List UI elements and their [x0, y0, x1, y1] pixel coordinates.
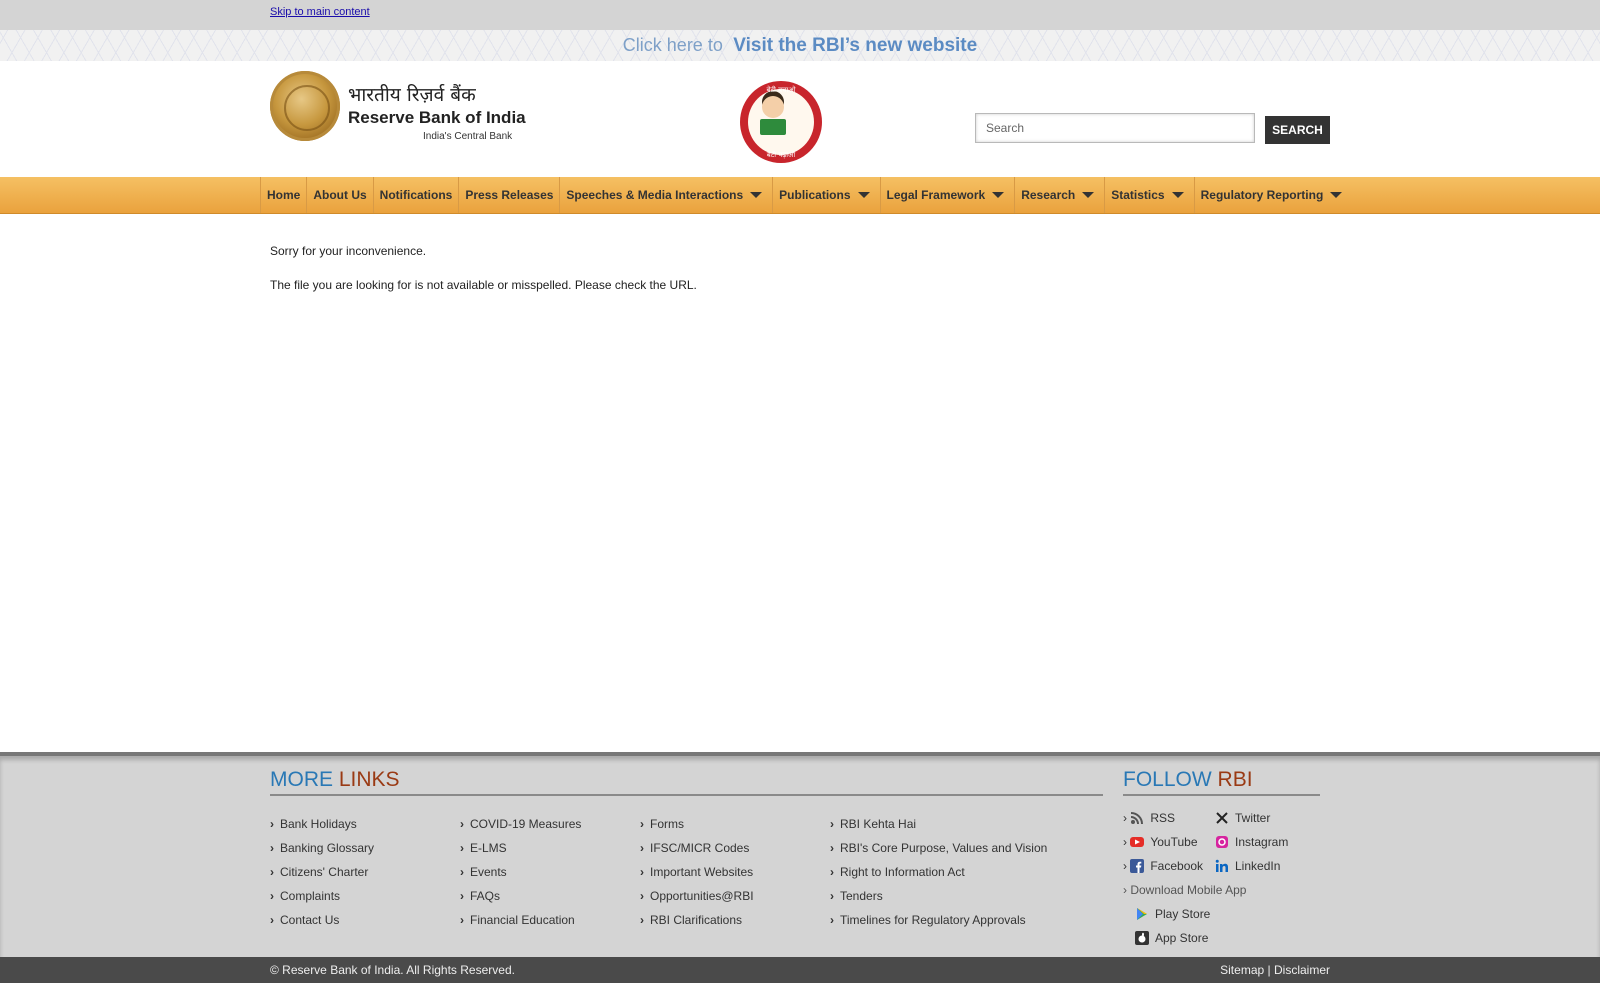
linkedin-icon: [1215, 859, 1228, 872]
chevron-down-icon[interactable]: [992, 192, 1005, 198]
nav-item-label: Regulatory Reporting: [1200, 188, 1324, 202]
apple-icon: [1135, 931, 1149, 945]
footer-link[interactable]: Important Websites: [640, 860, 754, 884]
facebook-icon: [1130, 859, 1145, 873]
copyright-text: © Reserve Bank of India. All Rights Rese…: [270, 963, 515, 977]
nav-item-label: About Us: [313, 188, 367, 202]
rbi-logo-seal[interactable]: [270, 71, 340, 141]
campaign-text-top: बेटी बचाओ: [766, 86, 796, 94]
girl-face-icon: [762, 96, 784, 118]
footer-link[interactable]: Contact Us: [270, 908, 374, 932]
nav-item-publications[interactable]: Publications: [772, 177, 879, 213]
top-utility-bar: Skip to main content: [0, 0, 1600, 30]
skip-to-main-link[interactable]: Skip to main content: [270, 6, 370, 18]
beti-bachao-campaign-logo[interactable]: बेटी बचाओ बेटी पढ़ाओ: [740, 81, 822, 163]
search-input[interactable]: [975, 113, 1255, 143]
more-links-divider: [270, 794, 1103, 796]
footer-link[interactable]: IFSC/MICR Codes: [640, 836, 754, 860]
new-website-banner[interactable]: Click here to Visit the RBI’s new websit…: [0, 30, 1600, 61]
footer: MORE LINKS FOLLOW RBI Bank HolidaysBanki…: [0, 752, 1600, 961]
download-mobile-app-label: › Download Mobile App: [1123, 883, 1247, 897]
bottom-links: Sitemap | Disclaimer: [1220, 963, 1330, 977]
nav-item-label: Statistics: [1111, 188, 1165, 202]
footer-link[interactable]: Opportunities@RBI: [640, 884, 754, 908]
linkedin-link[interactable]: LinkedIn: [1215, 859, 1280, 873]
follow-rbi-heading: FOLLOW RBI: [1123, 768, 1253, 791]
instagram-icon: [1216, 836, 1228, 848]
footer-link[interactable]: Timelines for Regulatory Approvals: [830, 908, 1047, 932]
youtube-link[interactable]: › YouTube: [1123, 835, 1198, 849]
links-column-3: FormsIFSC/MICR CodesImportant WebsitesOp…: [640, 812, 754, 932]
nav-item-regulatory-reporting[interactable]: Regulatory Reporting: [1193, 177, 1353, 213]
nav-item-notifications[interactable]: Notifications: [372, 177, 459, 213]
chevron-down-icon[interactable]: [1330, 192, 1343, 198]
nav-item-label: Notifications: [379, 188, 453, 202]
links-column-2: COVID-19 MeasuresE-LMSEventsFAQsFinancia…: [460, 812, 581, 932]
chevron-down-icon[interactable]: [1171, 192, 1184, 198]
facebook-link[interactable]: › Facebook: [1123, 859, 1203, 873]
footer-link[interactable]: E-LMS: [460, 836, 581, 860]
footer-link[interactable]: COVID-19 Measures: [460, 812, 581, 836]
nav-item-legal-framework[interactable]: Legal Framework: [879, 177, 1015, 213]
sitemap-link[interactable]: Sitemap: [1220, 963, 1264, 977]
nav-item-label: Publications: [779, 188, 851, 202]
footer-link[interactable]: Events: [460, 860, 581, 884]
chevron-down-icon[interactable]: [857, 192, 870, 198]
nav-item-about-us[interactable]: About Us: [306, 177, 372, 213]
banner-click-here[interactable]: Click here to: [623, 35, 723, 55]
footer-link[interactable]: Bank Holidays: [270, 812, 374, 836]
app-store-link[interactable]: App Store: [1135, 931, 1208, 945]
nav-item-research[interactable]: Research: [1014, 177, 1104, 213]
footer-link[interactable]: Financial Education: [460, 908, 581, 932]
footer-link[interactable]: RBI Kehta Hai: [830, 812, 1047, 836]
nav-item-press-releases[interactable]: Press Releases: [458, 177, 559, 213]
main-navigation: Home About Us Notifications Press Releases S…: [0, 177, 1600, 214]
nav-item-label: Speeches & Media Interactions: [566, 188, 744, 202]
chevron-down-icon[interactable]: [750, 192, 763, 198]
book-icon: [760, 119, 786, 135]
links-column-4: RBI Kehta HaiRBI's Core Purpose, Values …: [830, 812, 1047, 932]
nav-item-label: Home: [267, 188, 301, 202]
footer-link[interactable]: RBI's Core Purpose, Values and Vision: [830, 836, 1047, 860]
disclaimer-link[interactable]: Disclaimer: [1274, 963, 1330, 977]
rss-link[interactable]: › RSS: [1123, 811, 1175, 825]
chevron-down-icon[interactable]: [1082, 192, 1095, 198]
more-links-heading: MORE LINKS: [270, 768, 400, 791]
footer-link[interactable]: Right to Information Act: [830, 860, 1047, 884]
nav-item-label: Research: [1021, 188, 1076, 202]
follow-rbi-divider: [1123, 794, 1320, 796]
rss-icon: [1131, 812, 1144, 825]
footer-link[interactable]: RBI Clarifications: [640, 908, 754, 932]
logo-hindi-name[interactable]: भारतीय रिज़र्व बैंक: [348, 81, 476, 107]
nav-item-label: Legal Framework: [886, 188, 986, 202]
site-header: भारतीय रिज़र्व बैंक Reserve Bank of Indi…: [0, 61, 1600, 177]
banner-visit-link[interactable]: Visit the RBI’s new website: [733, 35, 977, 56]
logo-english-name[interactable]: Reserve Bank of India: [348, 108, 526, 128]
nav-item-label: Press Releases: [465, 188, 554, 202]
footer-link[interactable]: Tenders: [830, 884, 1047, 908]
instagram-link[interactable]: Instagram: [1215, 835, 1288, 849]
campaign-text-bottom: बेटी पढ़ाओ: [766, 151, 796, 159]
x-twitter-icon: [1216, 812, 1228, 824]
footer-link[interactable]: Citizens' Charter: [270, 860, 374, 884]
youtube-icon: [1130, 837, 1145, 847]
nav-item-home[interactable]: Home: [260, 177, 306, 213]
error-line-2: The file you are looking for is not avai…: [270, 278, 697, 292]
footer-link[interactable]: Complaints: [270, 884, 374, 908]
error-line-1: Sorry for your inconvenience.: [270, 244, 427, 258]
google-play-icon: [1137, 908, 1147, 920]
copyright-bar: © Reserve Bank of India. All Rights Rese…: [0, 957, 1600, 983]
link-separator: |: [1267, 963, 1271, 977]
footer-link[interactable]: Forms: [640, 812, 754, 836]
play-store-link[interactable]: Play Store: [1135, 907, 1210, 921]
search-button[interactable]: SEARCH: [1265, 116, 1330, 144]
footer-link[interactable]: FAQs: [460, 884, 581, 908]
twitter-link[interactable]: Twitter: [1215, 811, 1270, 825]
logo-tagline: India's Central Bank: [423, 131, 513, 142]
links-column-1: Bank HolidaysBanking GlossaryCitizens' C…: [270, 812, 374, 932]
footer-link[interactable]: Banking Glossary: [270, 836, 374, 860]
error-message: Sorry for your inconvenience. The file y…: [270, 244, 697, 312]
nav-item-statistics[interactable]: Statistics: [1104, 177, 1193, 213]
nav-item-speeches-media-interactions[interactable]: Speeches & Media Interactions: [559, 177, 772, 213]
